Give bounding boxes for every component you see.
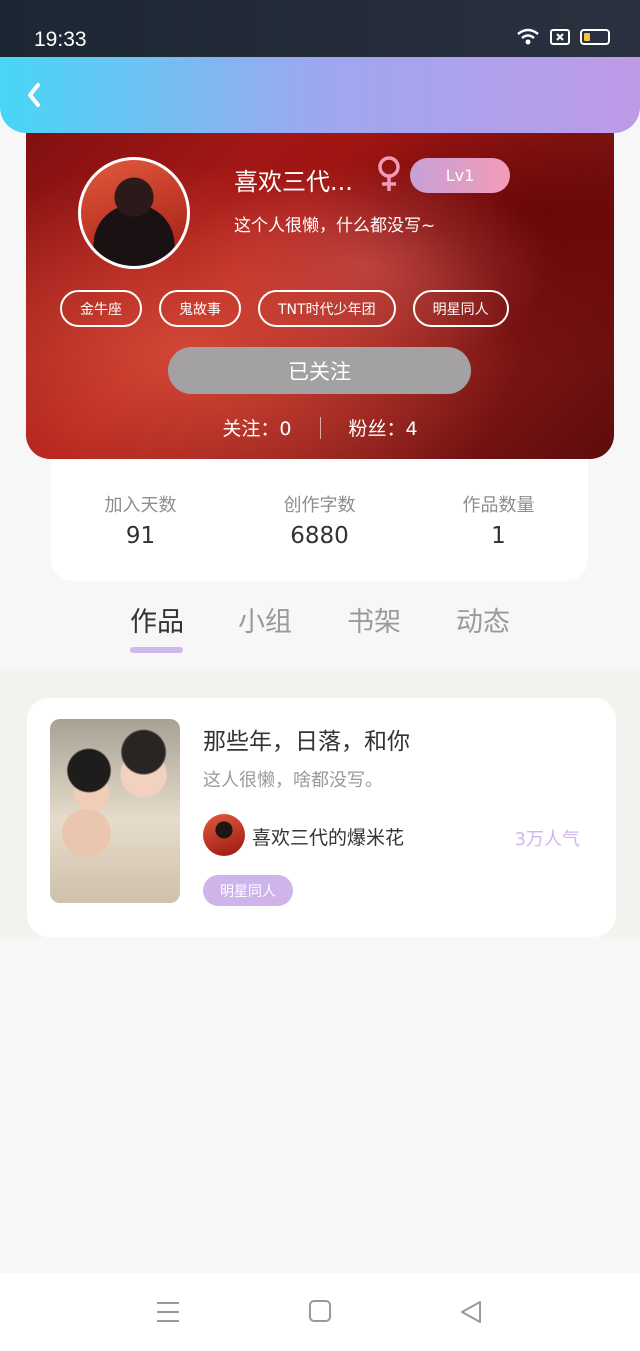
tab-bookshelf[interactable]: 书架 [347,600,401,639]
popularity-count: 3万人气 [514,829,580,850]
active-tab-indicator [130,647,183,653]
follow-stats: 关注：0 粉丝：4 [26,414,614,441]
stat-join-days: 加入天数 91 [51,491,230,581]
system-nav-bar [0,1273,640,1351]
level-badge: Lv1 [410,158,510,193]
work-title[interactable]: 那些年，日落，和你 [203,722,410,756]
profile-tag[interactable]: 明星同人 [412,290,509,327]
avatar[interactable] [78,157,190,269]
tab-groups[interactable]: 小组 [238,600,292,639]
back-button[interactable] [18,75,58,115]
follow-button[interactable]: 已关注 [168,347,471,394]
wifi-icon [517,28,539,45]
back-triangle-icon[interactable] [458,1299,484,1325]
fans-count[interactable]: 粉丝：4 [349,414,418,441]
stats-card: 加入天数 91 创作字数 6880 作品数量 1 [51,459,588,581]
chevron-left-icon [28,83,40,107]
tab-bar: 作品 小组 书架 动态 [0,600,640,670]
tab-activity[interactable]: 动态 [456,600,510,639]
work-tag[interactable]: 明星同人 [203,875,293,906]
author-avatar[interactable] [203,814,245,856]
menu-icon[interactable] [155,1299,181,1325]
work-description: 这人很懒，啥都没写。 [203,770,383,791]
stat-word-count: 创作字数 6880 [230,491,409,581]
work-card[interactable]: 那些年，日落，和你 这人很懒，啥都没写。 喜欢三代的爆米花 3万人气 明星同人 [27,698,616,937]
user-name: 喜欢三代... [234,168,353,196]
works-list: 那些年，日落，和你 这人很懒，啥都没写。 喜欢三代的爆米花 3万人气 明星同人 [0,671,640,937]
profile-header: 喜欢三代... Lv1 这个人很懒，什么都没写~ 金牛座 鬼故事 TNT时代少年… [26,110,614,459]
stat-value: 91 [125,523,156,549]
profile-tags: 金牛座 鬼故事 TNT时代少年团 明星同人 [60,290,509,327]
female-icon [378,156,400,191]
profile-tag[interactable]: TNT时代少年团 [258,290,396,327]
profile-tag[interactable]: 鬼故事 [159,290,241,327]
author-name[interactable]: 喜欢三代的爆米花 [252,823,404,850]
status-icons [516,28,610,46]
sim-icon [550,29,570,45]
stat-value: 1 [491,523,506,549]
stat-label: 创作字数 [283,495,356,516]
stat-works-count: 作品数量 1 [409,491,588,581]
stat-label: 作品数量 [462,495,535,516]
tab-works[interactable]: 作品 [130,600,184,639]
status-time: 19:33 [34,28,87,51]
work-cover-image[interactable] [50,719,180,903]
divider [319,416,321,439]
following-count[interactable]: 关注：0 [222,414,291,441]
status-bar: 19:33 [0,0,640,57]
stat-value: 6880 [290,523,349,549]
battery-icon [580,29,610,45]
home-icon[interactable] [308,1299,332,1323]
profile-tag[interactable]: 金牛座 [60,290,142,327]
stat-label: 加入天数 [104,495,177,516]
user-bio: 这个人很懒，什么都没写~ [234,216,436,236]
top-nav-bar [0,57,640,133]
